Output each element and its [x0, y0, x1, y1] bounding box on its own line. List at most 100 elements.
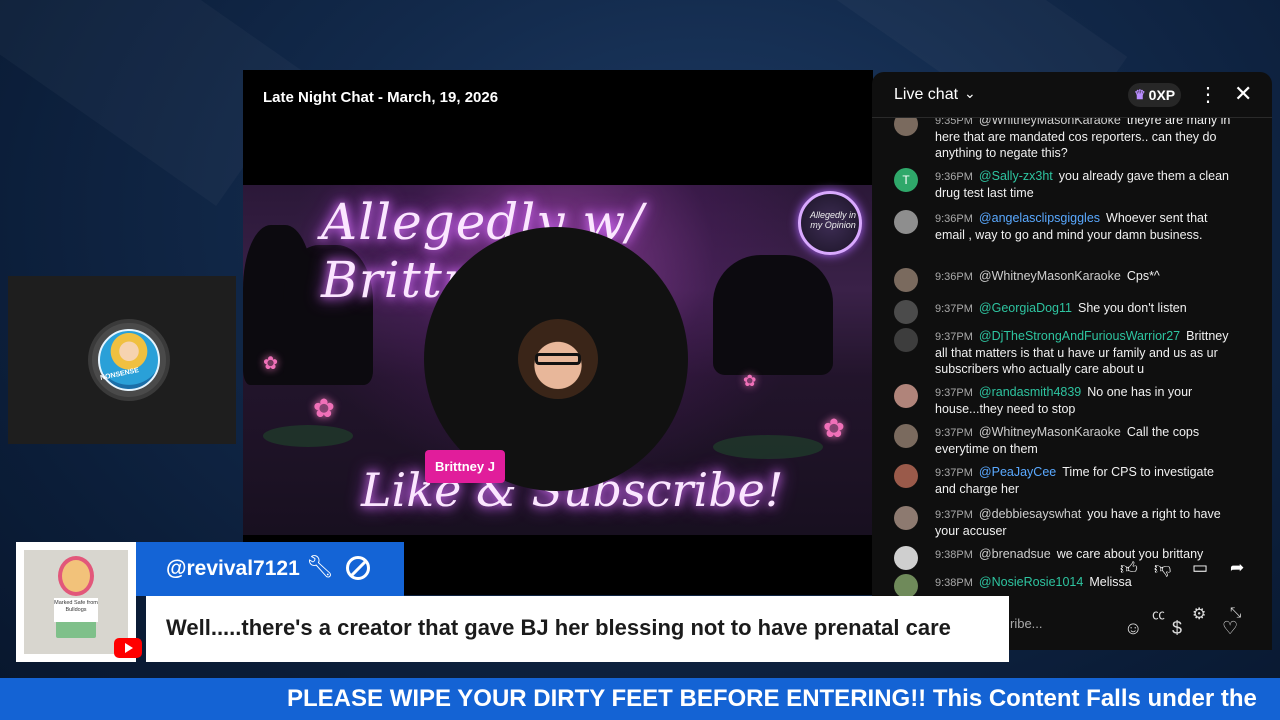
chat-timestamp: 9:36PM — [935, 213, 973, 225]
banner-logo-text: Allegedly in my Opinion — [809, 210, 857, 230]
chat-avatar[interactable] — [894, 268, 918, 292]
chat-avatar[interactable] — [894, 210, 918, 234]
close-icon[interactable]: ✕ — [1234, 81, 1252, 107]
chat-timestamp: 9:38PM — [935, 577, 973, 589]
avatar-sign-text: Marked Safe from Bulldogs — [54, 598, 98, 622]
share-icon[interactable]: ➦ — [1230, 558, 1244, 578]
chat-message-body: 9:36PM @WhitneyMasonKaraoke Cps*^ — [935, 268, 1235, 285]
chat-avatar[interactable] — [894, 328, 918, 352]
chat-message-body: 9:37PM @PeaJayCee Time for CPS to investig… — [935, 464, 1235, 497]
chat-input[interactable]: ribe... — [992, 610, 1122, 636]
chat-timestamp: 9:37PM — [935, 427, 973, 439]
chat-avatar[interactable]: T — [894, 168, 918, 192]
chat-message-body: 9:38PM @brenadsue we care about you britta… — [935, 546, 1235, 563]
crown-icon: ♛ — [1134, 87, 1146, 102]
super-chat-icon[interactable]: $ — [1172, 618, 1182, 639]
lotus-icon: ✿ — [743, 373, 757, 390]
minimize-icon[interactable]: ⤡ — [1230, 604, 1241, 621]
chat-author[interactable]: @WhitneyMasonKaraoke — [979, 425, 1121, 439]
stream-title: Late Night Chat - March, 19, 2026 — [263, 89, 499, 106]
lotus-icon: ✿ — [263, 353, 279, 373]
chat-message-body: 9:36PM @Sally-zx3ht you already gave them … — [935, 168, 1235, 201]
comment-icon[interactable]: ▭ — [1192, 558, 1208, 578]
guest-avatar-image — [98, 329, 160, 391]
banner-logo-badge: Allegedly in my Opinion — [798, 191, 862, 255]
chat-avatar[interactable] — [894, 384, 918, 408]
chat-author[interactable]: @angelasclipsgiggles — [979, 211, 1100, 225]
xp-badge[interactable]: ♛ 0XP — [1128, 83, 1182, 107]
chat-timestamp: 9:35PM — [935, 118, 973, 127]
wrench-icon: 🔧︎ — [306, 554, 334, 579]
chat-author[interactable]: @Sally-zx3ht — [979, 169, 1053, 183]
more-options-icon[interactable]: ⋮ — [1198, 82, 1218, 107]
chat-avatar[interactable] — [894, 118, 918, 136]
chat-avatar[interactable] — [894, 546, 918, 570]
chat-message-body: 9:37PM @debbiesayswhat you have a right to… — [935, 506, 1235, 539]
lotus-icon: ✿ — [823, 413, 845, 443]
emoji-icon[interactable]: ☺ — [1124, 618, 1142, 639]
chat-message-body: 9:36PM @angelasclipsgiggles Whoever sent t… — [935, 210, 1235, 243]
avatar-drawing-head — [58, 556, 94, 596]
chat-timestamp: 9:36PM — [935, 271, 973, 283]
chat-author[interactable]: @DjTheStrongAndFuriousWarrior27 — [979, 329, 1180, 343]
chat-timestamp: 9:38PM — [935, 549, 973, 561]
chat-message-body: 9:37PM @randasmith4839 No one has in your … — [935, 384, 1235, 417]
scrolling-ticker: PLEASE WIPE YOUR DIRTY FEET BEFORE ENTER… — [0, 678, 1280, 720]
chat-avatar[interactable] — [894, 300, 918, 324]
chat-avatar[interactable] — [894, 464, 918, 488]
speaker-name-label: Brittney J — [425, 450, 505, 483]
lotus-icon: ✿ — [313, 393, 335, 423]
chat-author[interactable]: @NosieRosie1014 — [979, 575, 1083, 589]
chat-author[interactable]: @GeorgiaDog11 — [979, 301, 1072, 315]
banner-lilypad — [263, 425, 353, 447]
guest-camera-tile[interactable]: NONSENSE — [8, 276, 236, 444]
live-chat-panel[interactable]: Live chat ⌄ ♛ 0XP ⋮ ✕ 9:35PM @WhitneyMaso… — [872, 72, 1272, 650]
chat-title[interactable]: Live chat — [894, 86, 958, 104]
chat-message-body: 9:37PM @GeorgiaDog11 She you don't listen — [935, 300, 1235, 317]
commenter-username: @revival7121 — [166, 557, 300, 580]
thumbs-up-icon[interactable]: 👍︎ — [1120, 558, 1138, 579]
chat-text: She you don't listen — [1078, 301, 1187, 315]
chevron-down-icon[interactable]: ⌄ — [964, 85, 976, 102]
host-glasses — [535, 353, 581, 365]
thumbs-down-icon[interactable]: 👎︎ — [1154, 558, 1171, 579]
chat-author[interactable]: @randasmith4839 — [979, 385, 1081, 399]
ticker-text: PLEASE WIPE YOUR DIRTY FEET BEFORE ENTER… — [287, 685, 1257, 712]
chat-avatar[interactable] — [894, 574, 918, 598]
chat-text: Cps*^ — [1126, 269, 1160, 283]
chat-author[interactable]: @WhitneyMasonKaraoke — [979, 118, 1121, 127]
gear-icon[interactable]: ⚙ — [1192, 604, 1206, 624]
guest-avatar: NONSENSE — [88, 319, 170, 401]
main-video[interactable]: Late Night Chat - March, 19, 2026 ✿ ✿ ✿ … — [243, 70, 873, 595]
chat-avatar[interactable] — [894, 424, 918, 448]
chat-timestamp: 9:37PM — [935, 331, 973, 343]
xp-value: 0XP — [1148, 87, 1176, 103]
chat-author[interactable]: @WhitneyMasonKaraoke — [979, 269, 1121, 283]
chat-timestamp: 9:37PM — [935, 387, 973, 399]
chat-author[interactable]: @brenadsue — [979, 547, 1051, 561]
chat-avatar[interactable] — [894, 506, 918, 530]
chat-message-body: 9:37PM @DjTheStrongAndFuriousWarrior27 Bri… — [935, 328, 1235, 377]
highlighted-comment-box: Well.....there's a creator that gave BJ … — [146, 596, 1009, 662]
banner-lilypad — [713, 435, 823, 459]
heart-icon[interactable]: ♡ — [1222, 618, 1238, 639]
chat-author[interactable]: @PeaJayCee — [979, 465, 1056, 479]
chat-author[interactable]: @debbiesayswhat — [979, 507, 1081, 521]
commenter-avatar-frame: Marked Safe from Bulldogs — [16, 542, 142, 662]
commenter-name-bar: @revival7121 🔧︎ — [136, 542, 404, 596]
highlighted-comment-text: Well.....there's a creator that gave BJ … — [166, 615, 951, 640]
commenter-avatar: Marked Safe from Bulldogs — [24, 550, 128, 654]
chat-message-body: 9:38PM @NosieRosie1014 Melissa — [935, 574, 1235, 591]
chat-messages[interactable]: 9:35PM @WhitneyMasonKaraoke theyre are man… — [872, 118, 1272, 602]
ban-icon — [346, 556, 370, 580]
chat-header: Live chat ⌄ ♛ 0XP ⋮ ✕ — [872, 72, 1272, 118]
chat-timestamp: 9:37PM — [935, 467, 973, 479]
captions-icon[interactable]: ㏄ — [1152, 604, 1165, 623]
chat-text: Time for CPS to investigate and charge h… — [935, 465, 1214, 496]
chat-timestamp: 9:37PM — [935, 303, 973, 315]
chat-input-placeholder: ribe... — [1010, 616, 1043, 631]
chat-message-body: 9:35PM @WhitneyMasonKaraoke theyre are man… — [935, 118, 1235, 161]
youtube-logo-icon — [114, 638, 142, 658]
chat-message-body: 9:37PM @WhitneyMasonKaraoke Call the cops … — [935, 424, 1235, 457]
chat-timestamp: 9:36PM — [935, 171, 973, 183]
